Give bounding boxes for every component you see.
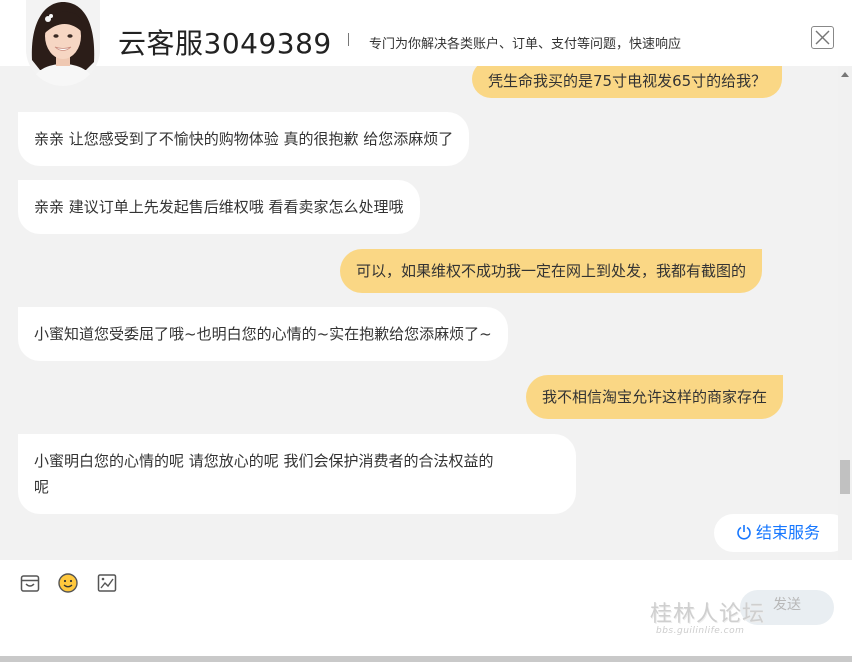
send-button[interactable]: 发送	[740, 590, 834, 625]
shop-icon	[20, 575, 40, 592]
message-text: 呢	[34, 478, 50, 496]
message-bubble-agent: 小蜜知道您受委屈了哦~也明白您的心情的~实在抱歉给您添麻烦了~	[18, 307, 508, 361]
emoji-icon	[58, 573, 78, 593]
message-bubble-user: 可以，如果维权不成功我一定在网上到处发，我都有截图的	[340, 249, 763, 293]
message-bubble-agent: 亲亲 建议订单上先发起售后维权哦 看看卖家怎么处理哦	[18, 180, 420, 234]
emoji-button[interactable]	[57, 572, 79, 594]
close-button[interactable]	[811, 26, 834, 49]
end-service-button[interactable]: 结束服务	[714, 514, 850, 552]
message-text: 小蜜明白您的心情的呢 请您放心的呢 我们会保护消费者的合法权益的	[34, 452, 494, 470]
end-service-label: 结束服务	[756, 523, 821, 542]
message-text: 可以，如果维权不成功我一定在网上到处发，我都有截图的	[356, 262, 747, 280]
message-text: 我不相信淘宝允许这样的商家存在	[542, 388, 768, 406]
input-area[interactable]: 发送 桂林人论坛 bbs.guilinlife.com	[0, 560, 852, 662]
message-text: 凭生命我买的是75寸电视发65寸的给我？	[488, 72, 767, 90]
shop-button[interactable]	[19, 572, 41, 594]
power-icon	[737, 525, 751, 540]
message-bubble-agent: 小蜜明白您的心情的呢 请您放心的呢 我们会保护消费者的合法权益的 呢	[18, 434, 576, 514]
scroll-thumb[interactable]	[840, 460, 850, 494]
message-bubble-agent: 亲亲 让您感受到了不愉快的购物体验 真的很抱歉 给您添麻烦了	[18, 112, 470, 166]
message-text: 亲亲 建议订单上先发起售后维权哦 看看卖家怎么处理哦	[34, 198, 404, 216]
message-bubble-user: 凭生命我买的是75寸电视发65寸的给我？	[472, 66, 783, 98]
header-divider	[348, 33, 349, 46]
bottom-divider	[0, 656, 852, 662]
image-button[interactable]	[96, 572, 118, 594]
agent-subtitle: 专门为你解决各类账户、订单、支付等问题，快速响应	[369, 37, 682, 52]
close-icon	[815, 30, 830, 45]
agent-avatar	[26, 0, 100, 86]
image-icon	[97, 574, 117, 592]
agent-title: 云客服3049389	[118, 27, 332, 60]
chat-scrollbar[interactable]	[838, 66, 852, 560]
message-text: 亲亲 让您感受到了不愉快的购物体验 真的很抱歉 给您添麻烦了	[34, 130, 454, 148]
scroll-up-arrow-icon[interactable]	[841, 72, 849, 77]
chat-area[interactable]: 凭生命我买的是75寸电视发65寸的给我？ 亲亲 让您感受到了不愉快的购物体验 真…	[0, 66, 852, 560]
message-bubble-user: 我不相信淘宝允许这样的商家存在	[526, 375, 784, 419]
chat-header: 云客服3049389 专门为你解决各类账户、订单、支付等问题，快速响应	[0, 0, 852, 66]
watermark-url: bbs.guilinlife.com	[656, 626, 745, 636]
message-text: 小蜜知道您受委屈了哦~也明白您的心情的~实在抱歉给您添麻烦了~	[34, 325, 492, 343]
send-label: 发送	[773, 597, 801, 613]
